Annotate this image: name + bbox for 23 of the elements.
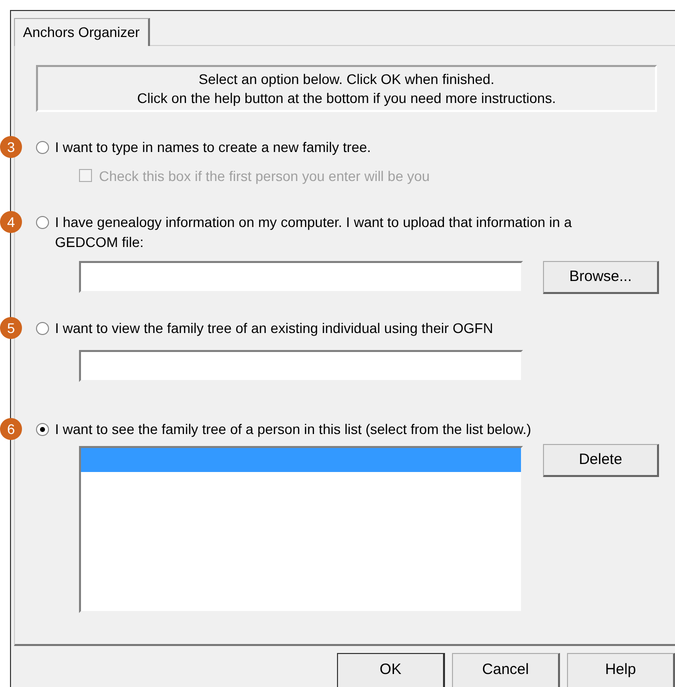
radio-button[interactable]	[36, 216, 49, 229]
radio-button[interactable]	[36, 423, 49, 436]
help-button[interactable]: Help	[567, 653, 675, 687]
option-label[interactable]: I want to type in names to create a new family tree.	[55, 137, 371, 157]
step-badge: 3	[0, 136, 22, 158]
instruction-text: Select an option below. Click OK when finished.	[198, 71, 494, 87]
radio-button[interactable]	[36, 141, 49, 154]
person-list[interactable]	[79, 446, 523, 613]
step-badge: 6	[0, 418, 22, 440]
delete-button[interactable]: Delete	[543, 444, 659, 477]
step-badge: 4	[0, 211, 22, 233]
instruction-text: Click on the help button at the bottom if you need more instructions.	[137, 90, 556, 106]
radio-button[interactable]	[36, 322, 49, 335]
option-label[interactable]: I want to view the family tree of an existing individual using their OGFN	[55, 318, 494, 338]
option-label[interactable]: I have genealogy information on my computer. I want to upload that information in a GEDCOM file:	[55, 212, 630, 252]
option-label[interactable]: I want to see the family tree of a person in this list (select from the list below.)	[55, 419, 532, 439]
tab[interactable]: Anchors Organizer	[14, 18, 150, 46]
ok-button[interactable]: OK	[337, 653, 445, 687]
cancel-button[interactable]: Cancel	[452, 653, 560, 687]
step-badge: 5	[0, 317, 22, 339]
file-path-field[interactable]	[79, 261, 523, 293]
browse-button[interactable]: Browse...	[543, 261, 659, 294]
ogfn-field[interactable]	[79, 350, 523, 382]
